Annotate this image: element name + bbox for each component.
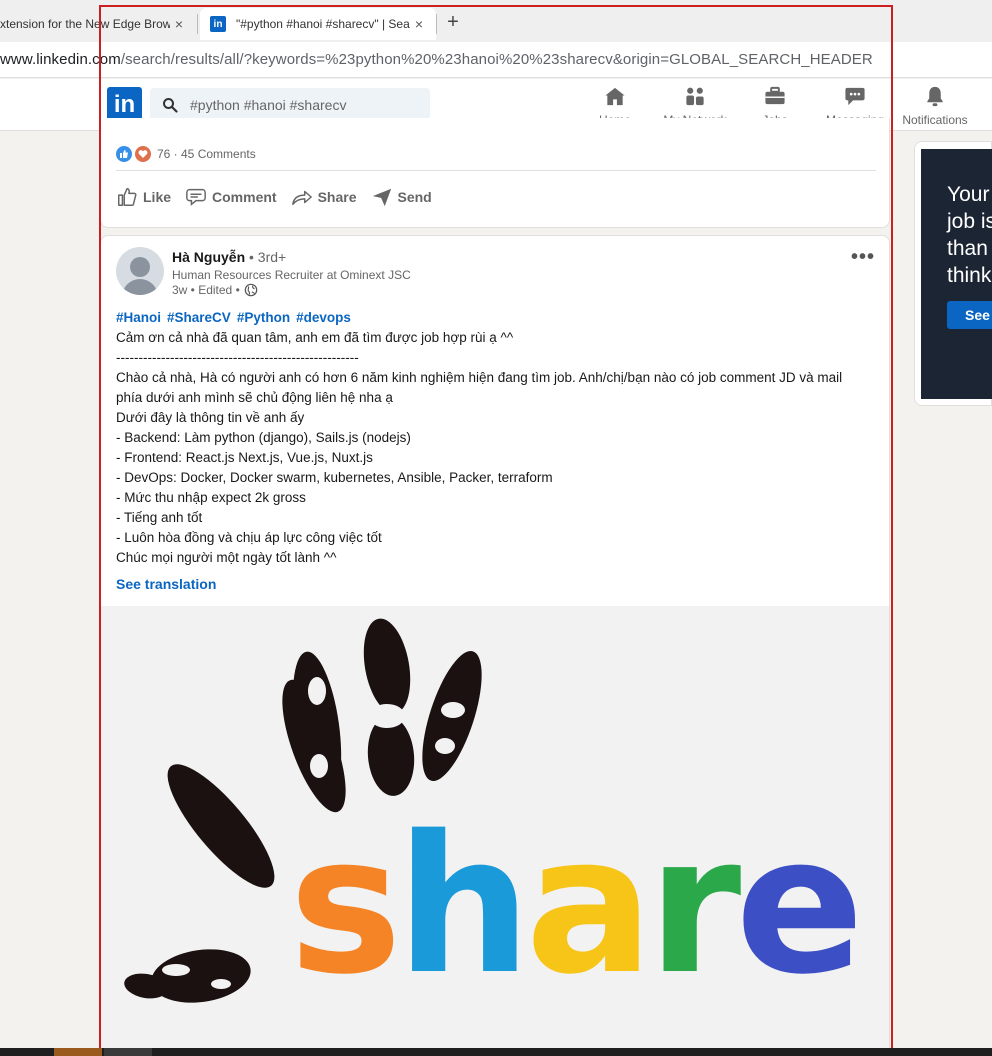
post-line: Chào cả nhà, Hà có người anh có hơn 6 nă…	[116, 370, 843, 385]
share-letter-e: e	[735, 795, 864, 1016]
tab-title: "#python #hanoi #sharecv" | Sea	[236, 17, 410, 31]
post-meta-text: 3w • Edited •	[172, 283, 240, 297]
comment-icon	[186, 188, 206, 206]
connection-degree: • 3rd+	[249, 249, 287, 265]
messaging-icon	[845, 87, 865, 106]
avatar[interactable]	[116, 247, 164, 295]
linkedin-logo[interactable]: in	[107, 87, 142, 122]
ad-line: Your	[947, 183, 990, 206]
linkedin-favicon-icon: in	[210, 16, 226, 32]
share-letter-r: r	[647, 795, 742, 1016]
ad-see-button[interactable]: See j	[947, 301, 992, 329]
post-meta: 3w • Edited •	[172, 283, 258, 297]
ad-line: than	[947, 237, 988, 260]
comment-label: Comment	[212, 189, 277, 205]
tab-title: xtension for the New Edge Brow	[0, 17, 170, 31]
like-icon	[118, 188, 137, 206]
post-line: Dưới đây là thông tin về anh ấy	[116, 410, 305, 425]
search-icon	[150, 97, 190, 113]
author-headline: Human Resources Recruiter at Ominext JSC	[172, 268, 411, 282]
home-icon	[605, 87, 625, 106]
post-line: - Mức thu nhập expect 2k gross	[116, 490, 306, 505]
love-reaction-icon	[135, 146, 151, 162]
post-body: #Hanoi #ShareCV #Python #devops Cảm ơn cả n…	[116, 308, 876, 568]
post-actions: Like Comment Share Send	[116, 186, 446, 208]
post-line: - Luôn hòa đồng và chịu áp lực công việc…	[116, 530, 382, 545]
share-letter-s: s	[289, 795, 402, 1016]
address-bar[interactable]: www.linkedin.com/search/results/all/?key…	[0, 42, 992, 78]
taskbar	[0, 1048, 992, 1056]
close-icon[interactable]: ×	[410, 16, 428, 32]
share-label: Share	[317, 189, 357, 205]
url-host: www.linkedin.com	[0, 51, 121, 68]
divider	[116, 170, 876, 171]
bell-icon	[927, 86, 943, 107]
hashtags: #Hanoi #ShareCV #Python #devops	[116, 308, 876, 328]
post-card: Hà Nguyễn • 3rd+ Human Resources Recruit…	[100, 235, 890, 1056]
browser-tabbar: xtension for the New Edge Brow × in "#py…	[0, 0, 992, 42]
author-name[interactable]: Hà Nguyễn • 3rd+	[172, 249, 286, 265]
search-value: #python #hanoi #sharecv	[190, 97, 347, 113]
hashtag-link[interactable]: #devops	[296, 310, 351, 325]
post-line: Chúc mọi người một ngày tốt lành ^^	[116, 550, 337, 565]
post-image[interactable]: s h a r e	[101, 606, 889, 1055]
see-translation-link[interactable]: See translation	[116, 576, 216, 592]
browser-tab-linkedin[interactable]: in "#python #hanoi #sharecv" | Sea ×	[200, 8, 436, 40]
like-label: Like	[143, 189, 172, 205]
like-reaction-icon	[116, 146, 132, 162]
tab-separator	[197, 14, 198, 34]
like-button[interactable]: Like	[116, 186, 171, 208]
share-word: s h a r e	[289, 795, 864, 1016]
sidebar-ad[interactable]: Your job is than think See j	[914, 141, 992, 406]
url-path: /search/results/all/?keywords=%23python%…	[120, 51, 873, 68]
new-tab-button[interactable]: +	[442, 12, 464, 34]
browser-tab-extension[interactable]: xtension for the New Edge Brow ×	[0, 8, 196, 40]
share-letter-h: h	[396, 795, 531, 1016]
post-line: ----------------------------------------…	[116, 350, 359, 365]
post-line: - Backend: Làm python (django), Sails.js…	[116, 430, 411, 445]
nav-label: Notifications	[902, 113, 968, 127]
tab-separator	[436, 14, 437, 34]
social-counts[interactable]: 76 · 45 Comments	[116, 146, 256, 162]
post-line: phía dưới anh mình sẽ chủ động liên hệ n…	[116, 390, 393, 405]
ad-banner: Your job is than think See j	[921, 149, 992, 399]
hashtag-link[interactable]: #ShareCV	[167, 310, 231, 325]
jobs-icon	[765, 86, 785, 105]
author-name-text: Hà Nguyễn	[172, 249, 246, 265]
ad-text: Your job is than think	[947, 181, 992, 289]
nav-notifications[interactable]: Notifications	[898, 83, 972, 127]
taskbar-app[interactable]	[54, 1048, 102, 1056]
hashtag-link[interactable]: #Python	[237, 310, 290, 325]
more-options-icon[interactable]: •••	[851, 246, 875, 269]
send-label: Send	[397, 189, 432, 205]
post-line: - Frontend: React.js Next.js, Vue.js, Nu…	[116, 450, 373, 465]
send-icon	[372, 188, 391, 207]
previous-post-card: 76 · 45 Comments Like Comment Share Send	[100, 118, 890, 228]
ad-line: think	[947, 264, 992, 287]
search-input[interactable]: #python #hanoi #sharecv	[150, 88, 430, 122]
share-letter-a: a	[525, 795, 653, 1016]
post-line: Cảm ơn cả nhà đã quan tâm, anh em đã tìm…	[116, 330, 514, 345]
post-line: - Tiếng anh tốt	[116, 510, 203, 525]
ad-line: job is	[947, 210, 992, 233]
send-button[interactable]: Send	[371, 186, 432, 208]
hashtag-link[interactable]: #Hanoi	[116, 310, 161, 325]
network-icon	[686, 87, 704, 106]
url-text[interactable]: www.linkedin.com/search/results/all/?key…	[0, 51, 873, 68]
post-line: - DevOps: Docker, Docker swarm, kubernet…	[116, 470, 553, 485]
close-icon[interactable]: ×	[170, 16, 188, 32]
comment-button[interactable]: Comment	[185, 186, 277, 208]
globe-icon	[244, 283, 258, 297]
social-counts-text: 76 · 45 Comments	[157, 147, 256, 161]
share-button[interactable]: Share	[291, 186, 357, 208]
share-arrow-icon	[291, 190, 312, 206]
taskbar-app[interactable]	[104, 1048, 152, 1056]
